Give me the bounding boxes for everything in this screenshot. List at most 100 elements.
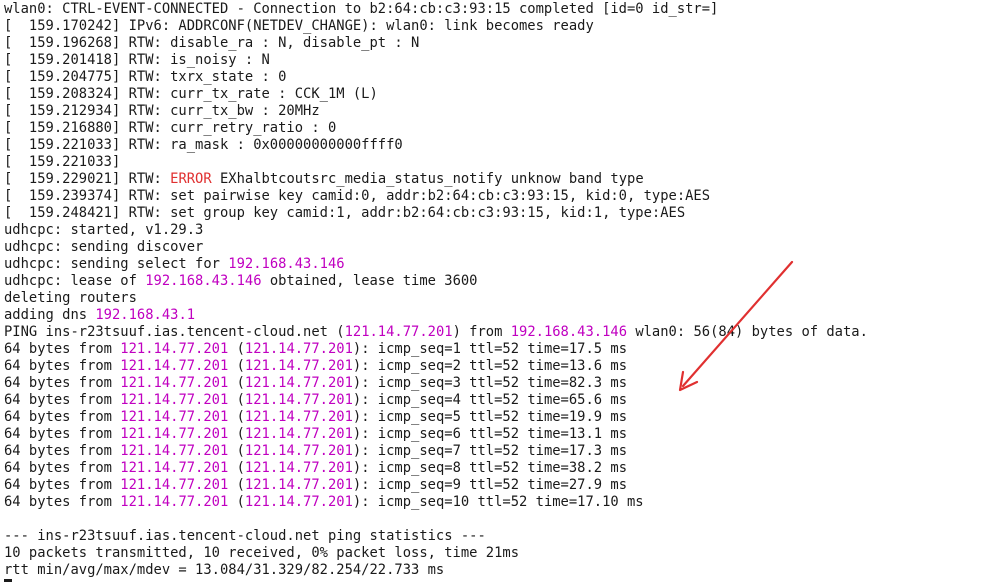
terminal-text: 64 bytes from xyxy=(4,409,121,425)
terminal-line: 64 bytes from 121.14.77.201 (121.14.77.2… xyxy=(4,358,1000,375)
terminal-text: ( xyxy=(228,392,245,408)
terminal-text: [ 159.204775] RTW: txrx_state : 0 xyxy=(4,69,287,85)
ip-address: 121.14.77.201 xyxy=(244,460,353,476)
terminal-text: 64 bytes from xyxy=(4,375,121,391)
terminal-text: ) from xyxy=(452,324,511,340)
terminal-line: [ 159.221033] xyxy=(4,154,1000,171)
terminal-line: udhcpc: sending select for 192.168.43.14… xyxy=(4,256,1000,273)
ip-address: 121.14.77.201 xyxy=(120,426,229,442)
ip-address: 121.14.77.201 xyxy=(120,409,229,425)
ip-address: 121.14.77.201 xyxy=(120,358,229,374)
terminal-line: [ 159.216880] RTW: curr_retry_ratio : 0 xyxy=(4,120,1000,137)
terminal-line: udhcpc: started, v1.29.3 xyxy=(4,222,1000,239)
terminal-text: ( xyxy=(228,409,245,425)
terminal-text: ): icmp_seq=9 ttl=52 time=27.9 ms xyxy=(352,477,628,493)
terminal-line: 64 bytes from 121.14.77.201 (121.14.77.2… xyxy=(4,477,1000,494)
ip-address: 121.14.77.201 xyxy=(244,375,353,391)
ip-address: 121.14.77.201 xyxy=(244,477,353,493)
terminal-text: ( xyxy=(228,443,245,459)
terminal-text: udhcpc: sending discover xyxy=(4,239,204,255)
ip-address: 121.14.77.201 xyxy=(244,358,353,374)
terminal-text: ): icmp_seq=2 ttl=52 time=13.6 ms xyxy=(352,358,628,374)
terminal-line: [ 159.239374] RTW: set pairwise key cami… xyxy=(4,188,1000,205)
ip-address: 121.14.77.201 xyxy=(244,409,353,425)
terminal-text: ): icmp_seq=5 ttl=52 time=19.9 ms xyxy=(352,409,628,425)
terminal-text: ( xyxy=(228,426,245,442)
terminal-line: [ 159.248421] RTW: set group key camid:1… xyxy=(4,205,1000,222)
terminal-text: rtt min/avg/max/mdev = 13.084/31.329/82.… xyxy=(4,562,445,578)
terminal-line: 10 packets transmitted, 10 received, 0% … xyxy=(4,545,1000,562)
terminal-text: 64 bytes from xyxy=(4,443,121,459)
terminal-line: [ 159.221033] RTW: ra_mask : 0x000000000… xyxy=(4,137,1000,154)
terminal-text: [ 159.196268] RTW: disable_ra : N, disab… xyxy=(4,35,420,51)
terminal-text: [ 159.201418] RTW: is_noisy : N xyxy=(4,52,270,68)
ip-address: 121.14.77.201 xyxy=(244,426,353,442)
terminal-text: ): icmp_seq=10 ttl=52 time=17.10 ms xyxy=(352,494,644,510)
ip-address: 192.168.43.146 xyxy=(145,273,262,289)
terminal-line: 64 bytes from 121.14.77.201 (121.14.77.2… xyxy=(4,375,1000,392)
terminal-text: [ 159.216880] RTW: curr_retry_ratio : 0 xyxy=(4,120,337,136)
terminal-line: [ 159.170242] IPv6: ADDRCONF(NETDEV_CHAN… xyxy=(4,18,1000,35)
terminal-text: 64 bytes from xyxy=(4,494,121,510)
terminal-line: PING ins-r23tsuuf.ias.tencent-cloud.net … xyxy=(4,324,1000,341)
terminal-text: 64 bytes from xyxy=(4,358,121,374)
error-keyword: ERROR xyxy=(170,171,212,187)
ip-address: 121.14.77.201 xyxy=(244,341,353,357)
ip-address: 121.14.77.201 xyxy=(244,494,353,510)
ip-address: 192.168.43.146 xyxy=(228,256,345,272)
terminal-text: ): icmp_seq=6 ttl=52 time=13.1 ms xyxy=(352,426,628,442)
ip-address: 121.14.77.201 xyxy=(244,443,353,459)
terminal-window[interactable]: wlan0: CTRL-EVENT-CONNECTED - Connection… xyxy=(0,0,1000,582)
terminal-text: 64 bytes from xyxy=(4,392,121,408)
terminal-line: 64 bytes from 121.14.77.201 (121.14.77.2… xyxy=(4,426,1000,443)
terminal-line: 64 bytes from 121.14.77.201 (121.14.77.2… xyxy=(4,460,1000,477)
terminal-text: [ 159.248421] RTW: set group key camid:1… xyxy=(4,205,686,221)
terminal-text: ( xyxy=(228,477,245,493)
terminal-text: ): icmp_seq=7 ttl=52 time=17.3 ms xyxy=(352,443,628,459)
terminal-text: ( xyxy=(228,494,245,510)
terminal-text: [ 159.221033] xyxy=(4,154,121,170)
ip-address: 192.168.43.1 xyxy=(95,307,196,323)
terminal-text: 64 bytes from xyxy=(4,460,121,476)
terminal-text: 64 bytes from xyxy=(4,341,121,357)
terminal-line: 64 bytes from 121.14.77.201 (121.14.77.2… xyxy=(4,443,1000,460)
terminal-output: wlan0: CTRL-EVENT-CONNECTED - Connection… xyxy=(4,1,1000,582)
ip-address: 121.14.77.201 xyxy=(120,494,229,510)
terminal-line: [ 159.208324] RTW: curr_tx_rate : CCK_1M… xyxy=(4,86,1000,103)
terminal-text: ): icmp_seq=3 ttl=52 time=82.3 ms xyxy=(352,375,628,391)
terminal-text: [ 159.239374] RTW: set pairwise key cami… xyxy=(4,188,711,204)
ip-address: 192.168.43.146 xyxy=(510,324,628,340)
ip-address: 121.14.77.201 xyxy=(120,341,229,357)
ip-address: 121.14.77.201 xyxy=(120,375,229,391)
terminal-text: EXhalbtcoutsrc_media_status_notify unkno… xyxy=(211,171,644,187)
terminal-text: [ 159.229021] RTW: xyxy=(4,171,171,187)
terminal-text: PING ins-r23tsuuf.ias.tencent-cloud.net … xyxy=(4,324,345,340)
terminal-text: ): icmp_seq=1 ttl=52 time=17.5 ms xyxy=(352,341,628,357)
terminal-text: [ 159.208324] RTW: curr_tx_rate : CCK_1M… xyxy=(4,86,378,102)
terminal-text: obtained, lease time 3600 xyxy=(261,273,478,289)
terminal-line: deleting routers xyxy=(4,290,1000,307)
terminal-line: [ 159.204775] RTW: txrx_state : 0 xyxy=(4,69,1000,86)
terminal-text: ( xyxy=(228,341,245,357)
terminal-text: ( xyxy=(228,375,245,391)
terminal-text: ): icmp_seq=4 ttl=52 time=65.6 ms xyxy=(352,392,628,408)
terminal-line: adding dns 192.168.43.1 xyxy=(4,307,1000,324)
ip-address: 121.14.77.201 xyxy=(120,443,229,459)
ip-address: 121.14.77.201 xyxy=(344,324,453,340)
terminal-line: [ 159.212934] RTW: curr_tx_bw : 20MHz xyxy=(4,103,1000,120)
terminal-text: 10 packets transmitted, 10 received, 0% … xyxy=(4,545,519,561)
terminal-line: [ 159.196268] RTW: disable_ra : N, disab… xyxy=(4,35,1000,52)
terminal-line: --- ins-r23tsuuf.ias.tencent-cloud.net p… xyxy=(4,528,1000,545)
terminal-line: udhcpc: lease of 192.168.43.146 obtained… xyxy=(4,273,1000,290)
ip-address: 121.14.77.201 xyxy=(120,460,229,476)
terminal-text: [ 159.221033] RTW: ra_mask : 0x000000000… xyxy=(4,137,403,153)
terminal-text: udhcpc: started, v1.29.3 xyxy=(4,222,204,238)
terminal-text: udhcpc: sending select for xyxy=(4,256,229,272)
terminal-text: 64 bytes from xyxy=(4,426,121,442)
terminal-line: udhcpc: sending discover xyxy=(4,239,1000,256)
terminal-line: [ 159.229021] RTW: ERROR EXhalbtcoutsrc_… xyxy=(4,171,1000,188)
terminal-text: wlan0: 56(84) bytes of data. xyxy=(627,324,868,340)
terminal-text: udhcpc: lease of xyxy=(4,273,146,289)
terminal-line: rtt min/avg/max/mdev = 13.084/31.329/82.… xyxy=(4,562,1000,579)
